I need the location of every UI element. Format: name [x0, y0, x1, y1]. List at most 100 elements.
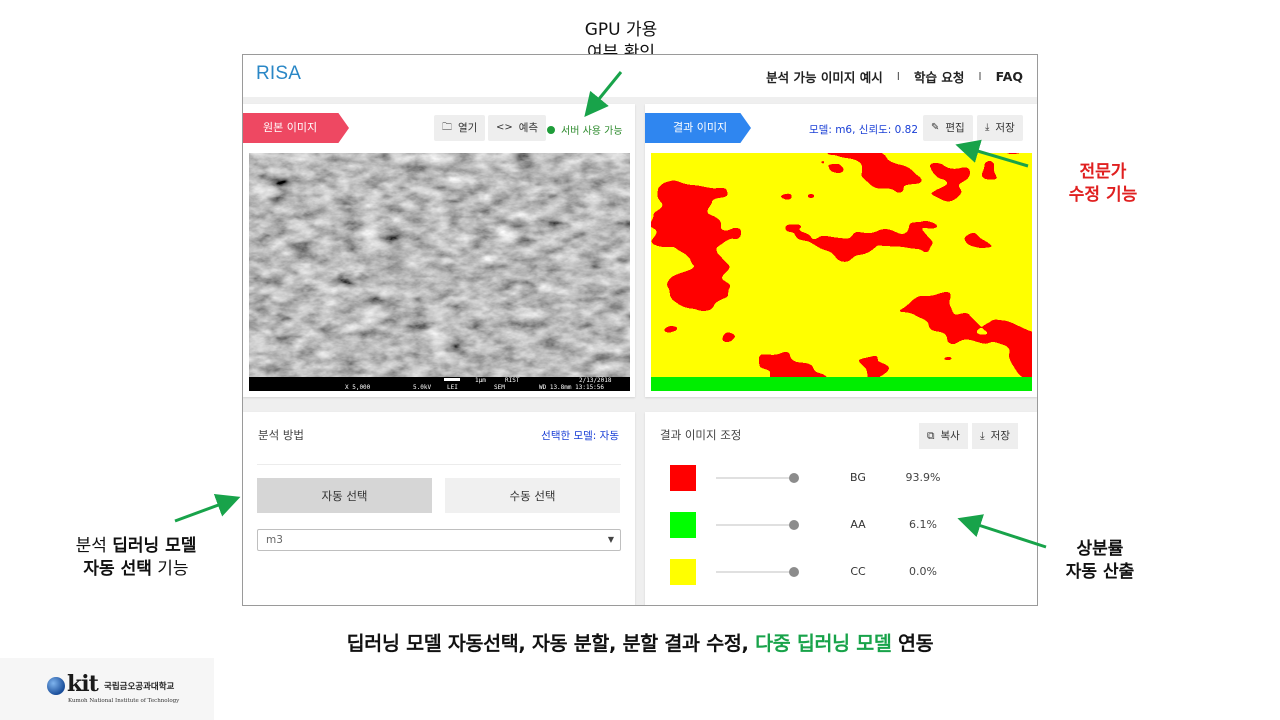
annotation-ratio-line2: 자동 산출 — [1065, 562, 1135, 582]
code-icon: <> — [496, 122, 513, 133]
color-swatch[interactable] — [670, 559, 696, 585]
opacity-slider[interactable] — [716, 477, 794, 479]
caption-tail: 연동 — [891, 632, 934, 655]
server-status: 서버 사용 가능 — [547, 122, 623, 137]
annotation-ratio-line1: 상분률 — [1076, 539, 1124, 559]
color-swatch[interactable] — [670, 512, 696, 538]
annotation-method-bold2: 자동 선택 — [83, 559, 152, 579]
segmentation-result-image[interactable] — [651, 153, 1032, 391]
segmentation-map — [651, 153, 1032, 391]
kit-logo: kit 국립금오공과대학교 Kumoh National Institute o… — [0, 658, 214, 720]
sem-source-image[interactable]: 1μm RIST 2/13/2018 X 5,000 5.0kV LEI SEM… — [249, 153, 630, 391]
logo-korean-name: 국립금오공과대학교 — [104, 682, 175, 692]
save-result-button[interactable]: ⤓ 저장 — [977, 115, 1023, 141]
model-select[interactable]: m3 ▼ — [257, 529, 621, 551]
annotation-method-bold1: 딥러닝 모델 — [112, 536, 197, 556]
pencil-icon: ✎ — [931, 122, 940, 133]
annotation-gpu-line1: GPU 가용 — [584, 20, 658, 40]
copy-button[interactable]: ⧉ 복사 — [919, 423, 968, 449]
nav-separator: I — [978, 70, 982, 83]
model-confidence: 모델: m6, 신뢰도: 0.82 — [809, 124, 919, 136]
annotation-edit-line2: 수정 기능 — [1068, 185, 1138, 205]
predict-button[interactable]: <> 예측 — [488, 115, 547, 141]
annotation-method-line1: 분석 딥러닝 모델 — [30, 535, 242, 558]
copy-icon: ⧉ — [927, 430, 935, 442]
download-icon: ⤓ — [980, 430, 985, 442]
nav-link-faq[interactable]: FAQ — [996, 69, 1023, 84]
slide: GPU 가용 여부 확인 RISA 분석 가능 이미지 예시 I 학습 요청 I… — [0, 0, 1280, 720]
navbar: RISA 분석 가능 이미지 예시 I 학습 요청 I FAQ — [243, 55, 1037, 97]
class-percent: 93.9% — [905, 471, 941, 484]
annotation-edit-line1: 전문가 — [1079, 162, 1127, 182]
server-status-label: 서버 사용 가능 — [561, 126, 623, 137]
class-name: AA — [850, 518, 866, 531]
caption-highlight: 다중 딥러닝 모델 — [755, 632, 892, 655]
slider-handle[interactable] — [789, 567, 799, 577]
download-icon: ⤓ — [985, 122, 990, 133]
result-adjust-panel: 결과 이미지 조정 ⧉ 복사 ⤓ 저장 BG 93.9% AA 6.1% CC … — [645, 412, 1037, 605]
opacity-slider[interactable] — [716, 524, 794, 526]
analysis-method-panel: 분석 방법 선택한 모델: 자동 자동 선택 수동 선택 m3 ▼ — [243, 412, 635, 605]
class-row-aa: AA 6.1% — [645, 512, 1037, 538]
globe-icon — [47, 677, 65, 695]
class-row-bg: BG 93.9% — [645, 465, 1037, 491]
slide-caption: 딥러닝 모델 자동선택, 자동 분할, 분할 결과 수정, 다중 딥러닝 모델 … — [0, 627, 1280, 656]
nav-link-examples[interactable]: 분석 가능 이미지 예시 — [766, 67, 883, 86]
annotation-phase-ratio: 상분률 자동 산출 — [1050, 538, 1150, 584]
result-image-ribbon: 결과 이미지 — [645, 113, 751, 143]
annotation-method-pre: 분석 — [75, 536, 113, 556]
result-adjust-title: 결과 이미지 조정 — [660, 428, 742, 442]
source-image-panel: 원본 이미지 🗀 열기 <> 예측 서버 사용 가능 1μm RIST 2/13… — [243, 104, 635, 397]
save-adjust-button[interactable]: ⤓ 저장 — [972, 423, 1018, 449]
annotation-method-line2: 자동 선택 기능 — [30, 558, 242, 581]
nav-links: 분석 가능 이미지 예시 I 학습 요청 I FAQ — [766, 67, 1023, 86]
slider-handle[interactable] — [789, 473, 799, 483]
sem-lab: RIST — [505, 377, 520, 384]
sem-detector: LEI — [447, 384, 458, 391]
result-image-panel: 결과 이미지 모델: m6, 신뢰도: 0.82 ✎ 편집 ⤓ 저장 — [645, 104, 1037, 397]
open-button[interactable]: 🗀 열기 — [434, 115, 486, 141]
app-window: RISA 분석 가능 이미지 예시 I 학습 요청 I FAQ 원본 이미지 🗀… — [242, 54, 1038, 606]
save-adjust-button-label: 저장 — [990, 430, 1010, 442]
annotation-expert-edit: 전문가 수정 기능 — [1043, 161, 1163, 207]
annotation-method-post: 기능 — [151, 559, 189, 579]
sem-wd: WD 13.8mm 13:15:56 — [539, 384, 604, 391]
caption-main: 딥러닝 모델 자동선택, 자동 분할, 분할 결과 수정, — [346, 632, 756, 655]
class-row-cc: CC 0.0% — [645, 559, 1037, 585]
annotation-auto-model-select: 분석 딥러닝 모델 자동 선택 기능 — [30, 535, 242, 581]
copy-button-label: 복사 — [940, 430, 960, 442]
brand-logo[interactable]: RISA — [256, 63, 301, 85]
folder-icon: 🗀 — [442, 122, 452, 133]
color-swatch[interactable] — [670, 465, 696, 491]
opacity-slider[interactable] — [716, 571, 794, 573]
arrow-method — [174, 493, 241, 523]
selected-model-label: 선택한 모델: 자동 — [541, 430, 619, 442]
sem-mode: SEM — [494, 384, 505, 391]
predict-button-label: 예측 — [518, 122, 539, 134]
logo-mark-text: kit — [67, 671, 99, 697]
model-select-value: m3 — [266, 534, 283, 546]
save-result-button-label: 저장 — [995, 122, 1015, 134]
logo-english-name: Kumoh National Institute of Technology — [68, 698, 180, 704]
class-name: BG — [850, 471, 866, 484]
auto-select-button[interactable]: 자동 선택 — [257, 478, 432, 513]
sem-scale: 1μm — [475, 377, 486, 384]
nav-link-training-request[interactable]: 학습 요청 — [914, 67, 964, 86]
edit-button[interactable]: ✎ 편집 — [923, 115, 973, 141]
sem-date: 2/13/2018 — [579, 377, 612, 384]
source-image-ribbon: 원본 이미지 — [243, 113, 349, 143]
edit-button-label: 편집 — [945, 122, 965, 134]
class-name: CC — [850, 565, 866, 578]
sem-kv: 5.0kV — [413, 384, 431, 391]
manual-select-button[interactable]: 수동 선택 — [445, 478, 620, 513]
sem-micrograph: 1μm RIST 2/13/2018 X 5,000 5.0kV LEI SEM… — [249, 153, 630, 391]
status-dot-icon — [547, 125, 555, 134]
caret-down-icon: ▼ — [607, 535, 614, 544]
nav-separator: I — [896, 70, 900, 83]
divider — [257, 464, 621, 465]
class-percent: 6.1% — [909, 518, 937, 531]
slider-handle[interactable] — [789, 520, 799, 530]
analysis-method-title: 분석 방법 — [258, 428, 304, 442]
open-button-label: 열기 — [458, 122, 478, 134]
class-percent: 0.0% — [909, 565, 937, 578]
